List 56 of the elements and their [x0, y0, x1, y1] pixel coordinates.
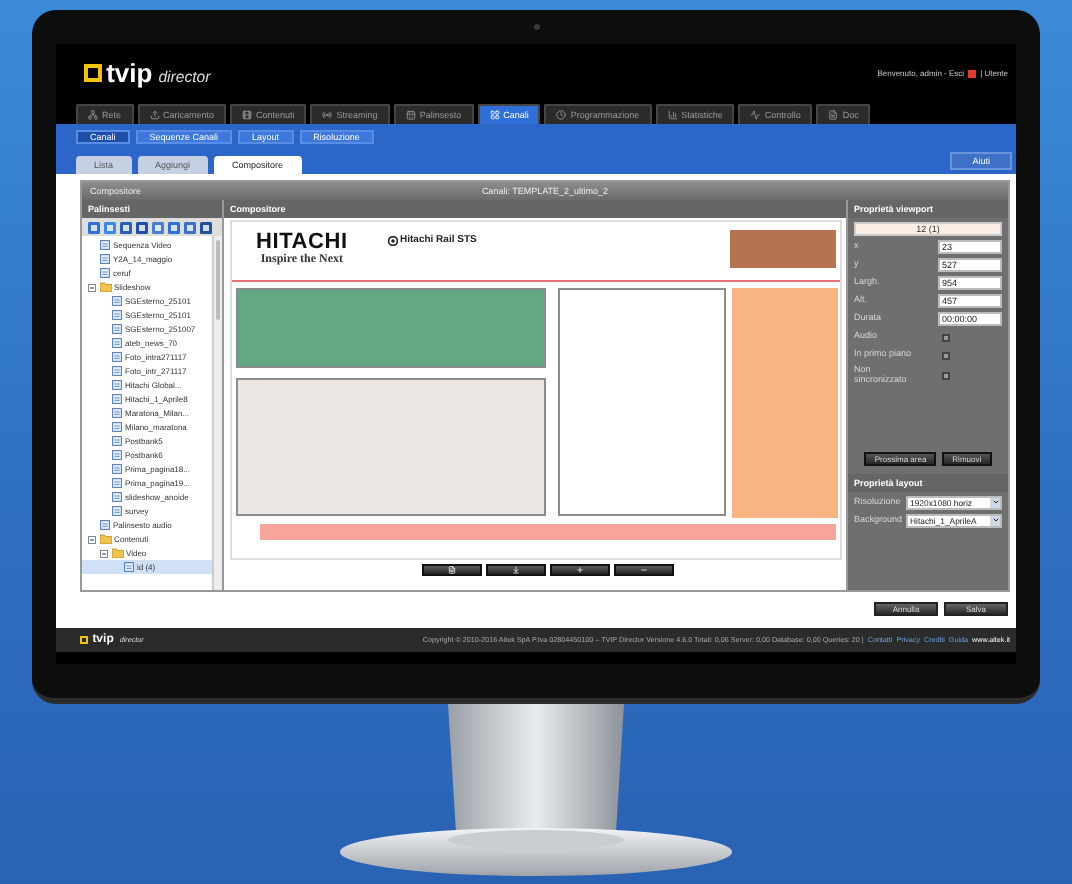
document-icon	[100, 520, 110, 530]
scrollbar[interactable]	[212, 236, 222, 590]
document-icon	[100, 254, 110, 264]
tool-button[interactable]	[613, 564, 673, 576]
layout-region[interactable]	[236, 378, 546, 516]
document-icon	[100, 268, 110, 278]
collapse-icon[interactable]	[88, 283, 96, 291]
document-icon	[112, 464, 122, 474]
document-icon	[112, 366, 122, 376]
document-icon	[112, 450, 122, 460]
tab-icon	[667, 110, 678, 120]
logout-icon[interactable]	[968, 69, 977, 77]
document-icon	[112, 506, 122, 516]
download-icon	[511, 566, 519, 574]
circle-logo-icon	[388, 235, 398, 245]
tab-icon	[242, 110, 253, 120]
checkbox[interactable]	[942, 371, 950, 380]
tab-icon	[322, 110, 333, 120]
tab-icon	[149, 110, 160, 120]
document-icon	[112, 478, 122, 488]
collapse-icon[interactable]	[100, 549, 108, 557]
layout-region[interactable]	[558, 288, 726, 516]
logo-icon	[80, 635, 89, 645]
checkbox[interactable]	[942, 333, 950, 341]
document-icon	[124, 562, 134, 572]
document-icon	[447, 566, 455, 574]
tab-icon	[556, 110, 567, 120]
document-icon	[112, 310, 122, 320]
document-icon	[112, 436, 122, 446]
document-icon	[100, 240, 110, 250]
folder-icon	[99, 282, 111, 292]
logo-icon	[84, 63, 103, 83]
plus-icon	[575, 566, 583, 574]
logo-text: tvip	[106, 60, 153, 86]
tool-button[interactable]	[549, 564, 609, 576]
minus-icon	[639, 566, 647, 574]
tab-icon	[405, 110, 416, 120]
tab-icon	[88, 110, 98, 120]
document-icon	[112, 380, 122, 390]
document-icon	[112, 296, 122, 306]
document-icon	[112, 324, 122, 334]
brand-name: HITACHI	[256, 232, 348, 254]
document-icon	[112, 394, 122, 404]
document-icon	[112, 408, 122, 418]
tab-icon	[489, 110, 500, 120]
tab-icon	[750, 110, 761, 120]
document-icon	[112, 352, 122, 362]
tool-button[interactable]	[421, 564, 481, 576]
checkbox[interactable]	[942, 351, 950, 359]
document-icon	[112, 338, 122, 348]
document-icon	[112, 492, 122, 502]
tool-button[interactable]	[485, 564, 545, 576]
collapse-icon[interactable]	[88, 535, 96, 543]
document-icon	[112, 422, 122, 432]
tab-icon	[828, 110, 839, 120]
webcam-icon	[534, 24, 540, 30]
